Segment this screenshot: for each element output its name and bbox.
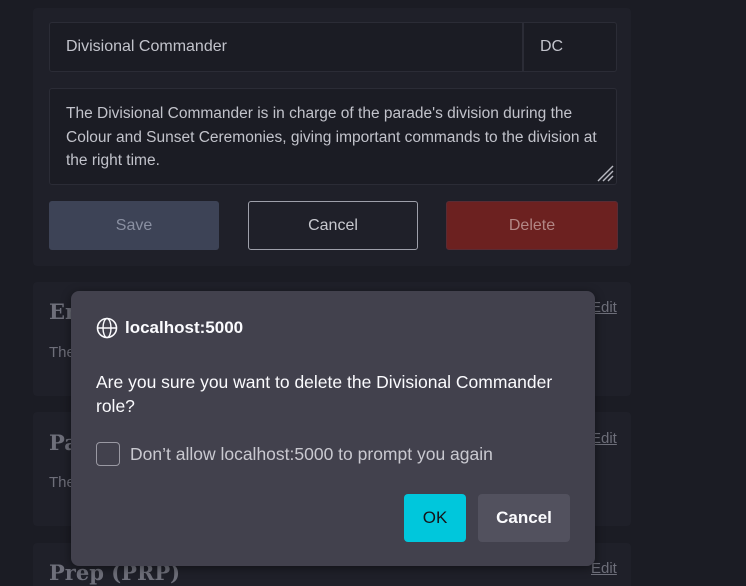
globe-icon: [96, 317, 118, 339]
role-abbreviation-input[interactable]: DC: [523, 22, 617, 72]
save-button[interactable]: Save: [49, 201, 219, 250]
dialog-origin: localhost:5000: [96, 317, 243, 339]
dialog-origin-text: localhost:5000: [125, 318, 244, 337]
suppress-prompts-checkbox[interactable]: [96, 442, 120, 466]
delete-button[interactable]: Delete: [446, 201, 618, 250]
cancel-edit-button[interactable]: Cancel: [248, 201, 418, 250]
suppress-prompts-label[interactable]: Don’t allow localhost:5000 to prompt you…: [130, 444, 493, 465]
confirm-dialog: localhost:5000 Are you sure you want to …: [71, 291, 595, 566]
role-name-input[interactable]: Divisional Commander: [49, 22, 523, 72]
dialog-cancel-button[interactable]: Cancel: [478, 494, 570, 542]
role-description-textarea[interactable]: The Divisional Commander is in charge of…: [49, 88, 617, 185]
role-description-text: The Divisional Commander is in charge of…: [66, 105, 597, 169]
suppress-prompts-row[interactable]: Don’t allow localhost:5000 to prompt you…: [96, 442, 493, 466]
ok-button[interactable]: OK: [404, 494, 466, 542]
role-edit-link[interactable]: Edit: [591, 560, 617, 577]
dialog-message: Are you sure you want to delete the Divi…: [96, 372, 553, 416]
resize-grip-icon[interactable]: [594, 162, 614, 182]
